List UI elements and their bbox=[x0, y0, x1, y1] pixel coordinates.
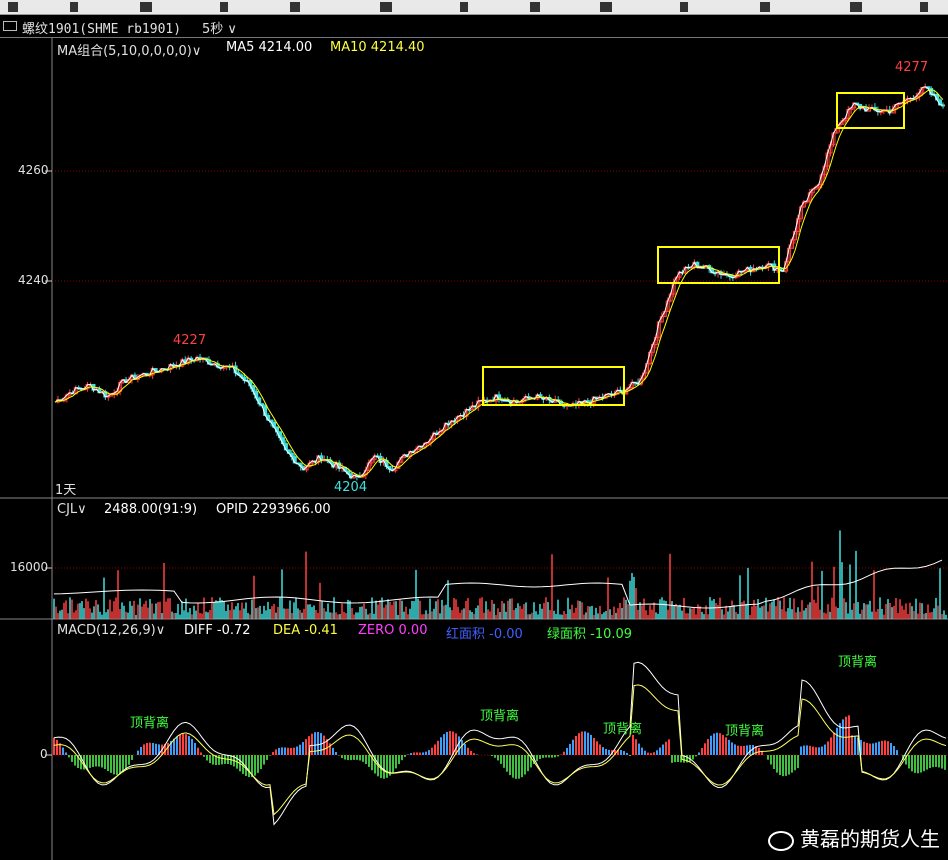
chevron-down-icon: ∨ bbox=[77, 502, 87, 517]
high-marker-label: 4227 bbox=[173, 333, 207, 348]
chart-canvas bbox=[0, 38, 948, 860]
divergence-label: 顶背离 bbox=[838, 655, 878, 670]
opid-value: OPID 2293966.00 bbox=[216, 502, 331, 517]
y-tick-4260: 4260 bbox=[18, 163, 49, 177]
cjl-indicator-label: CJL bbox=[57, 502, 78, 517]
chevron-down-icon: ∨ bbox=[191, 44, 202, 59]
divergence-label: 顶背离 bbox=[480, 709, 520, 724]
macd-y-tick: 0 bbox=[40, 747, 48, 761]
cjl-value: 2488.00(91:9) bbox=[104, 502, 198, 517]
diff-value: DIFF -0.72 bbox=[184, 623, 251, 638]
ma10-value: MA10 4214.40 bbox=[330, 40, 425, 55]
watermark-text: 黄磊的期货人生 bbox=[800, 827, 940, 851]
ma5-line bbox=[54, 86, 943, 479]
macd-indicator-selector[interactable]: MACD(12,26,9)∨ bbox=[57, 623, 165, 638]
zero-value: ZERO 0.00 bbox=[358, 623, 428, 638]
watermark: 黄磊的期货人生 bbox=[768, 823, 940, 852]
ma5-value: MA5 4214.00 bbox=[226, 40, 313, 55]
ma-indicator-selector[interactable]: MA组合(5,10,0,0,0,0)∨ bbox=[57, 40, 201, 59]
red-area-value: 红面积 -0.00 bbox=[446, 627, 523, 642]
weibo-icon bbox=[768, 830, 794, 851]
macd-diff-line bbox=[53, 661, 947, 826]
chevron-down-icon: ∨ bbox=[155, 623, 166, 638]
y-tick-4240: 4240 bbox=[18, 273, 49, 287]
green-area-value: 绿面积 -10.09 bbox=[547, 627, 633, 642]
timeframe-label: 1天 bbox=[55, 483, 77, 498]
dea-value: DEA -0.41 bbox=[273, 623, 338, 638]
divergence-label: 顶背离 bbox=[603, 722, 643, 737]
divergence-label: 顶背离 bbox=[725, 724, 765, 739]
high-marker-label-2: 4277 bbox=[895, 60, 929, 75]
divergence-label: 顶背离 bbox=[130, 716, 170, 731]
macd-indicator-label: MACD(12,26,9) bbox=[57, 623, 156, 638]
ma10-line bbox=[54, 89, 944, 477]
cjl-indicator-selector[interactable]: CJL∨ bbox=[57, 502, 87, 517]
ma-indicator-label: MA组合(5,10,0,0,0,0) bbox=[57, 44, 192, 59]
volume-y-tick: 16000 bbox=[10, 560, 49, 574]
low-marker-label: 4204 bbox=[334, 480, 368, 495]
open-interest-line bbox=[53, 559, 943, 609]
